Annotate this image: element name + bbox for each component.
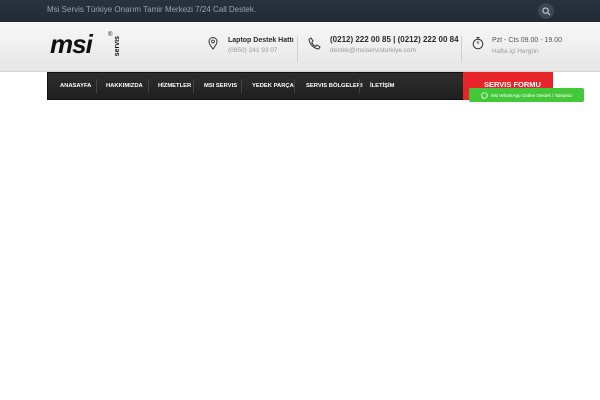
topbar-announcement: Msi Servis Türkiye Onarım Tamir Merkezi … [47,5,257,14]
nav-separator [148,79,149,93]
whatsapp-label: Msi WhatsApp Online Destek / Talepiniz [491,92,573,98]
top-bar: Msi Servis Türkiye Onarım Tamir Merkezi … [0,0,600,22]
nav-item-home[interactable]: ANASAYFA [60,73,91,99]
nav-item-about[interactable]: HAKKIMIZDA [106,73,143,99]
location-pin-icon [208,37,218,50]
nav-separator [193,79,194,93]
nav-separator [96,79,97,93]
search-icon [541,6,550,15]
nav-separator [294,79,295,93]
hours-title: Pzt - Cts 09.00 - 19.00 [492,37,563,44]
stopwatch-icon [472,37,484,50]
support-phone[interactable]: (0850) 241 93 07 [228,47,278,54]
phone-icon [308,37,321,50]
hours-sub: Hafta içi Hergün [492,48,539,55]
logo-servis: servis [114,36,121,57]
logo-brand: msi [50,29,93,59]
search-button[interactable] [538,3,554,19]
nav-item-msi-servis[interactable]: MSI SERVIS [204,73,237,99]
nav-item-contact[interactable]: İLETİŞİM [370,73,394,99]
nav-item-services[interactable]: HİZMETLER [158,73,191,99]
nav-item-spare-parts[interactable]: YEDEK PARÇA [252,73,294,99]
support-email[interactable]: destek@msiservisturkiye.com [330,47,416,54]
site-header: msi ® servis Laptop Destek Hattı (0850) … [0,22,600,72]
nav-separator [359,79,360,93]
nav-separator [241,79,242,93]
whatsapp-icon [481,91,488,99]
support-title: Laptop Destek Hattı [228,37,294,44]
phone-numbers[interactable]: (0212) 222 00 85 | (0212) 222 00 84 [330,35,459,44]
header-divider [461,36,462,62]
header-divider [297,36,298,62]
logo-registered: ® [108,32,113,38]
nav-item-service-regions[interactable]: SERVIS BÖLGELERI [306,73,363,99]
whatsapp-support-button[interactable]: Msi WhatsApp Online Destek / Talepiniz [469,88,584,102]
msi-logo[interactable]: msi ® servis [50,29,130,59]
